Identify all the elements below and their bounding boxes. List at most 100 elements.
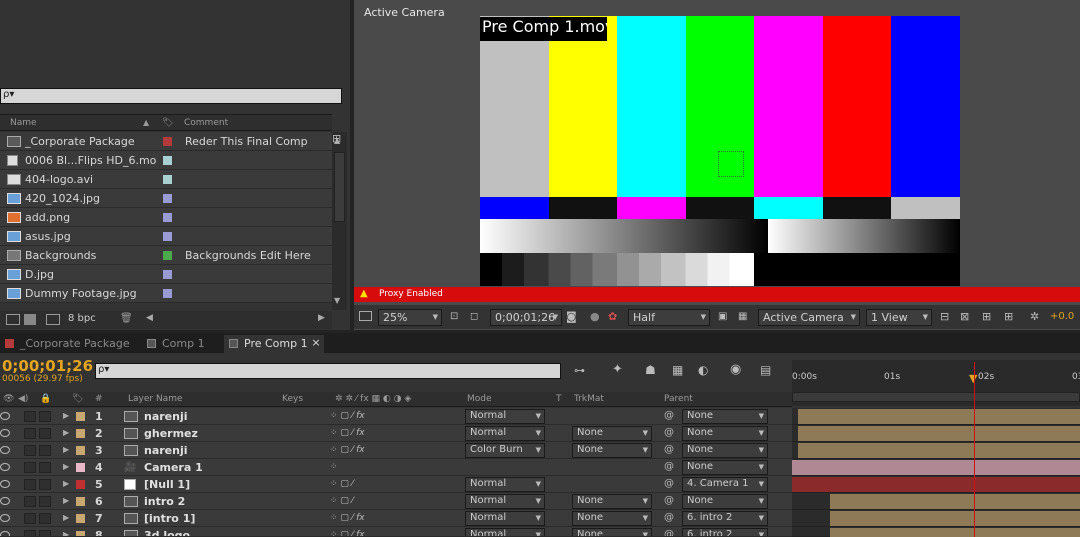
reset-exposure-icon[interactable]: ✲ [1030,310,1039,323]
expand-icon[interactable]: ▶ [63,428,69,437]
expand-icon[interactable]: ▶ [63,513,69,522]
work-area-bar[interactable] [792,392,1080,402]
layer-row[interactable]: ▶ 7 [intro 1] ⁘ ▢ ⁄ fx Normal None @ 6. … [0,510,792,527]
layer-track[interactable] [792,459,1080,476]
track-matte-dropdown[interactable]: None [572,494,652,509]
layer-label-swatch[interactable] [76,531,85,536]
layer-label-swatch[interactable] [76,480,85,489]
tab-pre-comp-1[interactable]: Pre Comp 1 × [224,335,324,353]
layer-track[interactable] [792,408,1080,425]
label-swatch[interactable] [163,194,172,203]
label-swatch[interactable] [163,175,172,184]
track-matte-dropdown[interactable]: None [572,426,652,441]
label-swatch[interactable] [163,137,172,146]
expand-icon[interactable]: ▶ [63,411,69,420]
expand-icon[interactable]: ▶ [63,530,69,536]
lock-switch[interactable] [39,462,51,473]
close-icon[interactable]: × [311,336,320,349]
new-comp-icon[interactable] [46,314,60,325]
parent-dropdown[interactable]: None [682,409,768,424]
interpret-footage-icon[interactable] [6,314,20,325]
label-swatch[interactable] [163,270,172,279]
layer-name[interactable]: ghermez [144,427,274,440]
pickwhip-icon[interactable]: @ [664,495,674,506]
layer-row[interactable]: ▶ 1 narenji ⁘ ▢ ⁄ fx Normal @ None [0,408,792,425]
label-swatch[interactable] [163,251,172,260]
parent-dropdown[interactable]: 6. intro 2 [682,528,768,536]
audio-icon[interactable]: ◀) [18,394,28,404]
expand-icon[interactable]: ▶ [63,462,69,471]
magnification-dropdown[interactable]: 25% [378,309,442,326]
mask-visibility-icon[interactable]: ◻ [470,311,478,322]
layer-label-swatch[interactable] [76,514,85,523]
current-time-display[interactable]: 0;00;01;26 [2,357,93,375]
track-matte-dropdown[interactable]: None [572,511,652,526]
fast-previews-icon[interactable]: ⊠ [960,310,969,323]
lock-switch[interactable] [39,479,51,490]
always-preview-icon[interactable] [359,311,372,321]
eye-icon[interactable] [0,412,10,420]
tab-corporate-package[interactable]: _Corporate Package [0,335,136,353]
layer-switches[interactable]: ⁘ ▢ ⁄ fx [330,513,365,523]
shy-layers-icon[interactable]: ☗ [645,363,656,377]
layer-name[interactable]: intro 2 [144,495,274,508]
blend-mode-dropdown[interactable]: Normal [465,477,545,492]
eye-icon[interactable]: 👁 [3,394,14,404]
project-item[interactable]: Dummy Footage.jpg [0,284,332,303]
layer-switches[interactable]: ⁘ ▢ ⁄ [330,496,353,506]
name-column-header[interactable]: Name [10,118,37,128]
eye-icon[interactable] [0,480,10,488]
color-depth-button[interactable]: 8 bpc [68,313,96,324]
motion-blur-icon[interactable]: ◐ [698,363,708,377]
current-time-field[interactable]: 0;00;01;26 [490,309,562,326]
project-item[interactable]: add.png [0,208,332,227]
region-of-interest-icon[interactable]: ▣ [718,311,727,322]
comp-mini-flowchart-icon[interactable]: ⊶ [574,364,585,377]
lock-switch[interactable] [39,445,51,456]
project-item[interactable]: 0006 Bl...Flips HD_6.mov [0,151,332,170]
lock-switch[interactable] [39,513,51,524]
solo-switch[interactable] [24,496,36,507]
solo-switch[interactable] [24,513,36,524]
layer-bar[interactable] [830,528,1080,537]
track-matte-dropdown[interactable]: None [572,443,652,458]
transparency-grid-icon[interactable]: ▦ [738,311,747,322]
resolution-dropdown[interactable]: Half [628,309,710,326]
trash-icon[interactable]: 🗑 [120,313,133,324]
lock-icon[interactable]: 🔒 [40,394,51,404]
snapshot-icon[interactable]: ◙ [566,310,577,323]
layer-bar[interactable] [798,443,1080,458]
parent-dropdown[interactable]: None [682,443,768,458]
blend-mode-dropdown[interactable]: Normal [465,511,545,526]
time-ruler[interactable]: 0:00s 01s 02s 03 ▼ [792,360,1080,406]
brainstorm-icon[interactable]: ▤ [760,363,771,377]
project-item[interactable]: 404-logo.avi [0,170,332,189]
layer-track[interactable] [792,510,1080,527]
solo-switch[interactable] [24,445,36,456]
exposure-value[interactable]: +0.0 [1050,311,1074,322]
layer-label-swatch[interactable] [76,412,85,421]
expand-icon[interactable]: ▶ [63,479,69,488]
project-item[interactable]: 420_1024.jpg [0,189,332,208]
solo-switch[interactable] [24,530,36,536]
timeline-icon[interactable]: ⊞ [982,310,991,323]
eye-icon[interactable] [0,531,10,536]
label-swatch[interactable] [163,213,172,222]
project-item[interactable]: _Corporate Package Reder This Final Comp [0,132,332,151]
comment-column-header[interactable]: Comment [184,118,228,128]
label-swatch[interactable] [163,232,172,241]
solo-switch[interactable] [24,428,36,439]
show-snapshot-icon[interactable]: ● [590,310,600,323]
draft-3d-icon[interactable]: ✦ [612,362,623,377]
layer-bar[interactable] [830,511,1080,526]
blend-mode-dropdown[interactable]: Normal [465,409,545,424]
parent-dropdown[interactable]: None [682,494,768,509]
label-swatch[interactable] [163,289,172,298]
view-layout-dropdown[interactable]: 1 View [866,309,932,326]
layer-row[interactable]: ▶ 3 narenji ⁘ ▢ ⁄ fx Color Burn None @ N… [0,442,792,459]
new-folder-icon[interactable] [24,314,36,325]
layer-switches[interactable]: ⁘ ▢ ⁄ [330,479,353,489]
tab-comp-1[interactable]: Comp 1 [142,335,211,353]
eye-icon[interactable] [0,463,10,471]
layer-name-column-header[interactable]: Layer Name [128,394,183,404]
